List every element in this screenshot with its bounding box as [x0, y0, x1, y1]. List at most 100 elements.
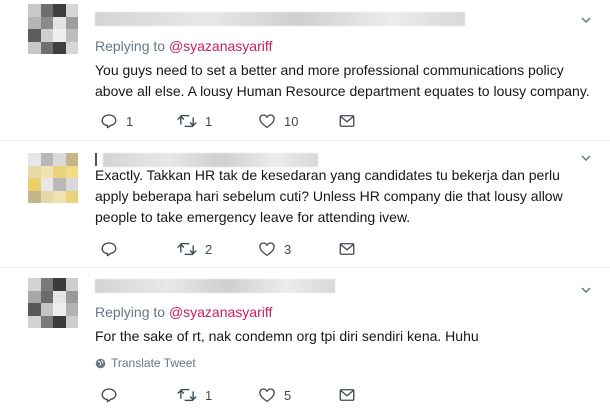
retweet-count: 1	[205, 113, 213, 129]
avatar-pixel	[53, 315, 66, 328]
like-button[interactable]: 5	[258, 386, 291, 404]
avatar-pixel	[40, 165, 53, 178]
avatar-pixel	[53, 16, 66, 29]
avatar-pixel	[65, 165, 78, 178]
retweet-button[interactable]: 1	[177, 386, 212, 404]
replying-to-handle[interactable]: @syazanasyariff	[169, 38, 272, 54]
reply-icon	[101, 242, 117, 257]
reply-icon	[101, 114, 117, 129]
avatar-pixel	[28, 29, 41, 42]
avatar-pixel	[40, 178, 53, 191]
tweet-actions: 1 1 10	[95, 112, 375, 132]
chevron-down-icon[interactable]	[580, 152, 592, 164]
avatar-pixel	[53, 4, 66, 17]
avatar-pixel	[40, 290, 53, 303]
tweet-actions: 2 3	[95, 240, 375, 260]
like-count: 10	[284, 113, 299, 129]
avatar-pixel	[65, 4, 78, 17]
tweet-text: For the sake of rt, nak condemn org tpi …	[95, 328, 479, 344]
tweet-2[interactable]: Exactly. Takkan HR tak de kesedaran yang…	[0, 141, 610, 267]
retweet-button[interactable]: 2	[177, 240, 212, 258]
direct-message-button[interactable]	[338, 240, 356, 258]
avatar-pixel	[28, 153, 41, 166]
avatar-pixel	[28, 41, 41, 54]
envelope-icon	[339, 389, 355, 401]
avatar[interactable]	[28, 278, 78, 328]
avatar-pixel	[40, 153, 53, 166]
retweet-icon	[177, 114, 197, 128]
avatar[interactable]	[28, 4, 78, 54]
replying-to-handle[interactable]: @syazanasyariff	[169, 304, 272, 320]
chevron-down-icon[interactable]	[580, 284, 592, 296]
avatar-pixel	[40, 4, 53, 17]
author-name-redacted[interactable]	[95, 12, 465, 26]
avatar-pixel	[65, 315, 78, 328]
heart-icon	[259, 388, 275, 403]
direct-message-button[interactable]	[338, 386, 356, 404]
avatar-pixel	[28, 190, 41, 203]
avatar-pixel	[28, 4, 41, 17]
avatar-pixel	[65, 16, 78, 29]
avatar[interactable]	[28, 153, 78, 203]
avatar-pixel	[40, 41, 53, 54]
avatar-pixel	[28, 290, 41, 303]
author-name-redacted[interactable]	[95, 279, 335, 293]
avatar-pixel	[28, 315, 41, 328]
like-button[interactable]: 3	[258, 240, 291, 258]
avatar-pixel	[40, 16, 53, 29]
like-count: 3	[284, 241, 292, 257]
retweet-icon	[177, 242, 197, 256]
avatar-pixel	[65, 29, 78, 42]
avatar-pixel	[53, 278, 66, 291]
avatar-pixel	[53, 29, 66, 42]
avatar-pixel	[40, 303, 53, 316]
reply-button[interactable]	[100, 386, 126, 404]
tweet-1[interactable]: Replying to @syazanasyariff You guys nee…	[0, 0, 610, 140]
reply-button[interactable]: 1	[100, 112, 133, 130]
envelope-icon	[339, 243, 355, 255]
avatar-pixel	[28, 278, 41, 291]
avatar-pixel	[65, 278, 78, 291]
like-button[interactable]: 10	[258, 112, 298, 130]
replying-to: Replying to @syazanasyariff	[95, 38, 272, 54]
avatar-pixel	[28, 178, 41, 191]
avatar-pixel	[53, 153, 66, 166]
reply-count: 1	[126, 113, 134, 129]
chevron-down-icon[interactable]	[580, 14, 592, 26]
like-count: 5	[284, 387, 292, 403]
avatar-pixel	[65, 290, 78, 303]
retweet-icon	[177, 388, 197, 402]
avatar-pixel	[65, 303, 78, 316]
replying-to: Replying to @syazanasyariff	[95, 304, 272, 320]
avatar-pixel	[28, 165, 41, 178]
reply-button[interactable]	[100, 240, 126, 258]
retweet-count: 2	[205, 241, 213, 257]
reply-icon	[101, 388, 117, 403]
tweet-text: You guys need to set a better and more p…	[95, 62, 590, 99]
avatar-pixel	[28, 303, 41, 316]
avatar-pixel	[65, 153, 78, 166]
avatar-pixel	[65, 190, 78, 203]
tweet-actions: 1 5	[95, 386, 375, 406]
avatar-pixel	[53, 290, 66, 303]
avatar-pixel	[28, 16, 41, 29]
avatar-pixel	[53, 165, 66, 178]
avatar-pixel	[40, 278, 53, 291]
avatar-pixel	[53, 303, 66, 316]
globe-icon	[95, 358, 106, 368]
envelope-icon	[339, 115, 355, 127]
direct-message-button[interactable]	[338, 112, 356, 130]
replying-to-label: Replying to	[95, 304, 166, 320]
translate-tweet-link[interactable]: Translate Tweet	[95, 356, 196, 370]
retweet-button[interactable]: 1	[177, 112, 212, 130]
avatar-pixel	[65, 178, 78, 191]
replying-to-label: Replying to	[95, 38, 166, 54]
tweet-3[interactable]: Replying to @syazanasyariff For the sake…	[0, 268, 610, 412]
translate-tweet-label[interactable]: Translate Tweet	[111, 356, 196, 370]
avatar-pixel	[53, 190, 66, 203]
avatar-pixel	[53, 41, 66, 54]
retweet-count: 1	[205, 387, 213, 403]
avatar-pixel	[65, 41, 78, 54]
heart-icon	[259, 242, 275, 257]
avatar-pixel	[40, 29, 53, 42]
